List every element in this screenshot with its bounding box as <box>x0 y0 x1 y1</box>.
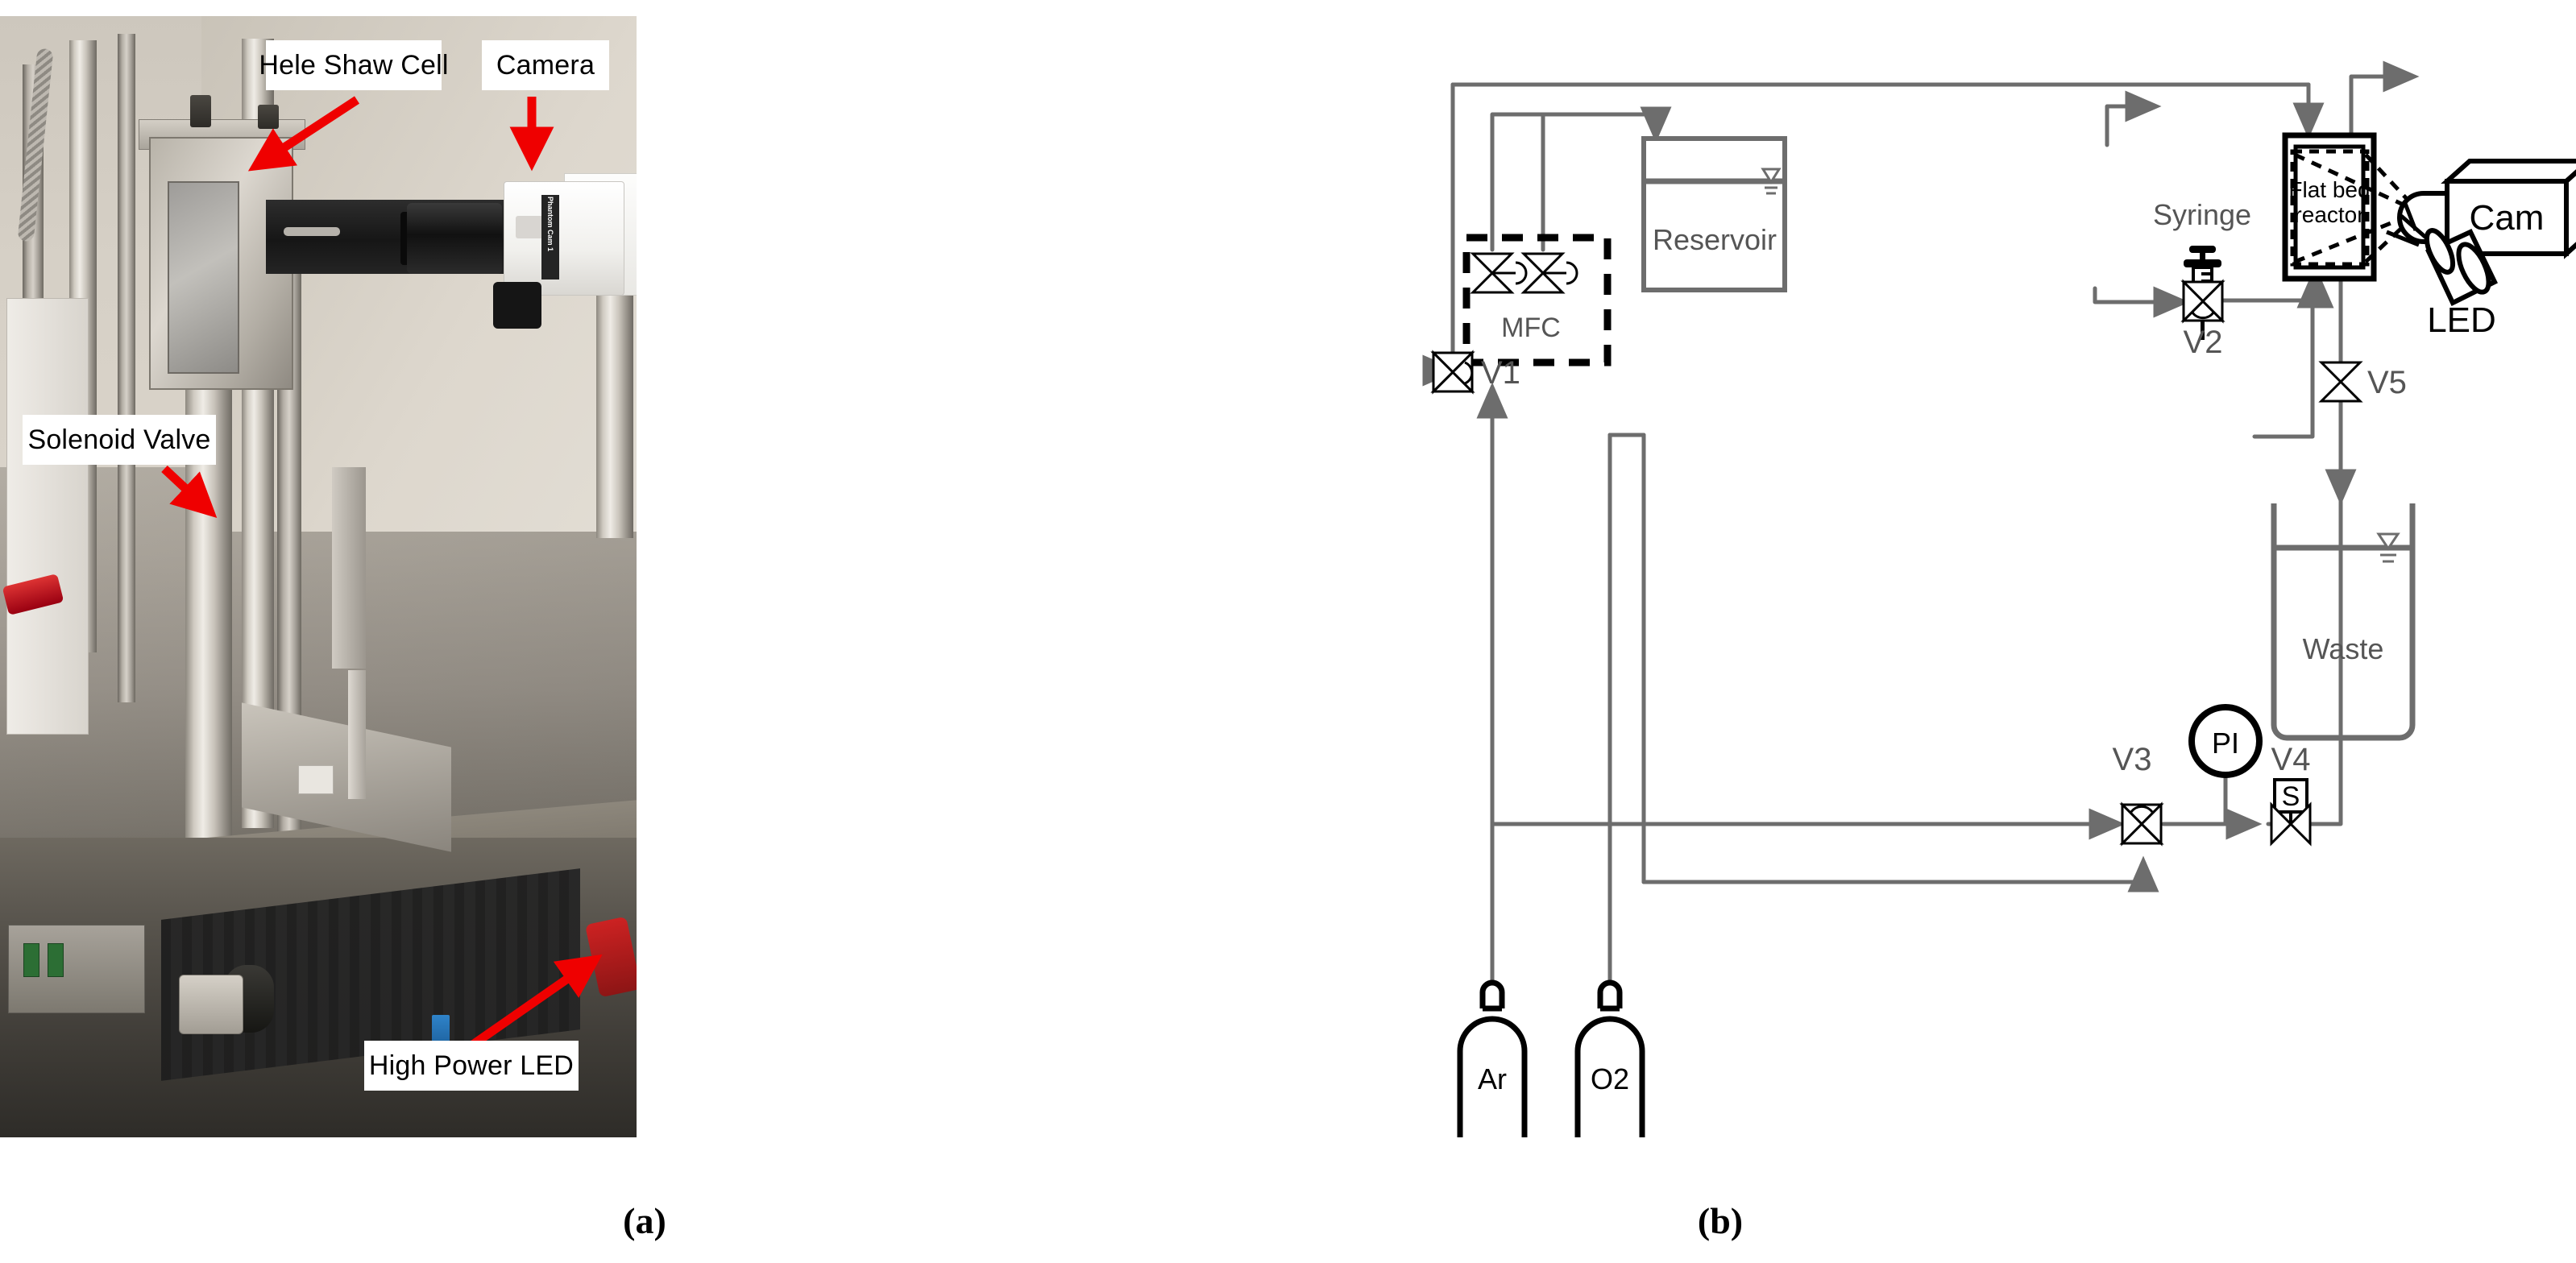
syringe-label: Syringe <box>2153 198 2251 231</box>
reservoir-label: Reservoir <box>1653 223 1777 256</box>
mfc-valve-2 <box>1520 252 1578 294</box>
valve-v1-label: V1 <box>1481 355 1520 391</box>
pipe-reactor-vent <box>2349 60 2420 139</box>
label-solenoid-valve-text: Solenoid Valve <box>27 424 211 455</box>
valve-v4-label: V4 <box>2271 742 2311 777</box>
label-camera: Camera <box>482 40 609 90</box>
valve-v3-label: V3 <box>2113 742 2152 777</box>
camera-mount <box>493 282 541 329</box>
pipe-mfc1-to-reservoir <box>1490 112 1658 252</box>
reservoir <box>1641 136 1787 292</box>
caption-a: (a) <box>623 1200 666 1241</box>
valve-v2-label: V2 <box>2184 325 2223 360</box>
process-flow-diagram: MFC V1 Reservoir Syringe V2 Flat bed rea… <box>1422 60 2576 1137</box>
pipe-reservoir-vent <box>2105 90 2162 147</box>
panel-a-photograph: Phantom Cam 1 Hele Shaw Cell Camera Sole… <box>0 16 637 1137</box>
tube <box>348 670 366 799</box>
tube-fitting <box>298 765 334 794</box>
gas-cylinder-ar <box>1457 979 1528 1137</box>
pressure-indicator-label: PI <box>2212 727 2239 760</box>
valve-v5 <box>2318 361 2363 403</box>
rail-slot <box>284 227 340 236</box>
cylinder-ar-label: Ar <box>1478 1062 1507 1095</box>
camera-lens <box>407 203 502 274</box>
pipe-o2-to-v3-bottom <box>1641 855 2159 892</box>
waste-label: Waste <box>2303 632 2384 665</box>
cabinet-panel <box>6 298 89 735</box>
vertical-tube <box>332 467 366 669</box>
valve-v2 <box>2180 279 2225 324</box>
figure-container: Phantom Cam 1 Hele Shaw Cell Camera Sole… <box>0 0 2576 1263</box>
panel-b-flow-diagram: MFC V1 Reservoir Syringe V2 Flat bed rea… <box>1289 16 2576 1137</box>
valve-v1 <box>1430 350 1475 395</box>
pipe-reservoir-to-v2 <box>2093 286 2190 318</box>
valve-v4-actuator-label: S <box>2282 781 2300 812</box>
camera-name-plate: Phantom Cam 1 <box>541 195 559 280</box>
label-hele-shaw-cell-text: Hele Shaw Cell <box>259 49 449 81</box>
valve-v5-label: V5 <box>2367 365 2407 400</box>
mfc-label: MFC <box>1501 313 1561 343</box>
label-high-power-led-text: High Power LED <box>368 1050 575 1081</box>
power-supply-unit <box>8 925 145 1013</box>
caption-b: (b) <box>1697 1200 1744 1241</box>
valve-v3 <box>2119 801 2164 847</box>
cell-post <box>258 105 279 129</box>
cam-label: Cam <box>2470 198 2545 238</box>
label-high-power-led: High Power LED <box>364 1041 579 1091</box>
label-hele-shaw-cell: Hele Shaw Cell <box>259 40 448 90</box>
cell-post <box>190 95 211 127</box>
solenoid-valve-body <box>179 975 243 1034</box>
frame-column <box>118 34 135 702</box>
reactor-label-line2: reactor <box>2294 202 2364 227</box>
lab-setup-photo: Phantom Cam 1 Hele Shaw Cell Camera Sole… <box>0 16 637 1137</box>
label-solenoid-valve: Solenoid Valve <box>23 415 216 465</box>
reactor-label-line1: Flat bed <box>2288 177 2370 202</box>
led-label: LED <box>2427 300 2496 340</box>
high-speed-camera-body <box>504 181 624 296</box>
label-camera-text: Camera <box>496 49 595 81</box>
cylinder-o2-label: O2 <box>1591 1062 1629 1095</box>
mfc-valve-1 <box>1470 252 1528 294</box>
hele-shaw-cell-window <box>168 181 239 374</box>
gas-cylinder-o2 <box>1574 979 1645 1137</box>
bracket-plate <box>242 702 451 852</box>
